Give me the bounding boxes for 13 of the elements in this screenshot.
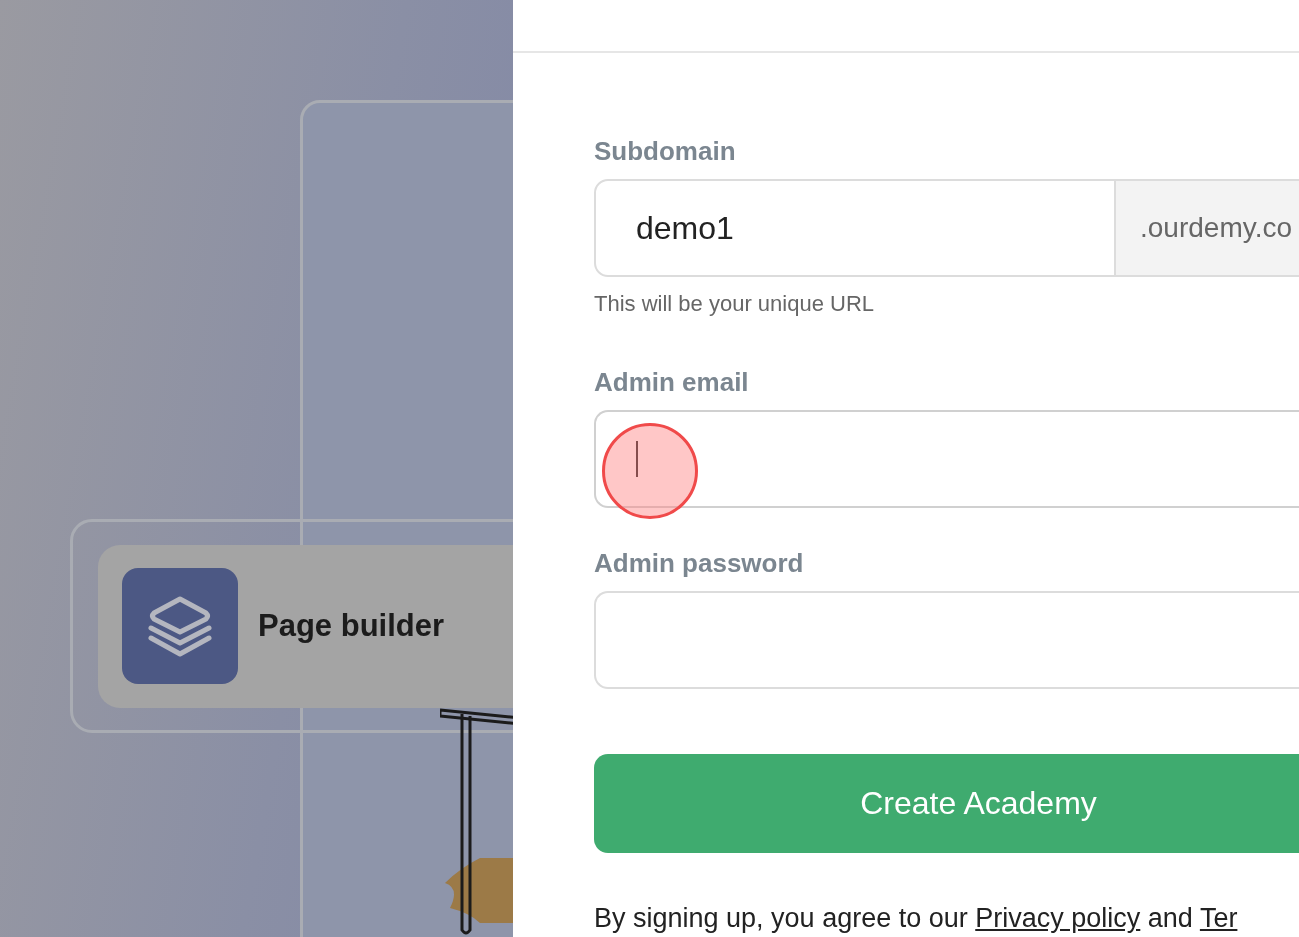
input-field[interactable] — [594, 410, 1299, 508]
field-label: Subdomain — [594, 136, 737, 167]
layers-icon — [122, 568, 238, 684]
field-label: Admin email — [594, 367, 750, 398]
terms-link[interactable]: Ter — [1199, 903, 1238, 933]
feature-label: Page builder — [258, 608, 445, 644]
help-text: This will be your unique URL — [594, 291, 876, 317]
field-label: Admin password — [594, 548, 805, 579]
subdomain-field[interactable]: demo1 — [594, 179, 1116, 277]
terms-text: By signing up, you agree to our Privacy policy and Ter — [594, 903, 1239, 934]
privacy-policy-link[interactable]: Privacy policy — [975, 903, 1141, 933]
input-field[interactable] — [594, 591, 1299, 689]
domain-suffix: .ourdemy.co — [1116, 179, 1299, 277]
